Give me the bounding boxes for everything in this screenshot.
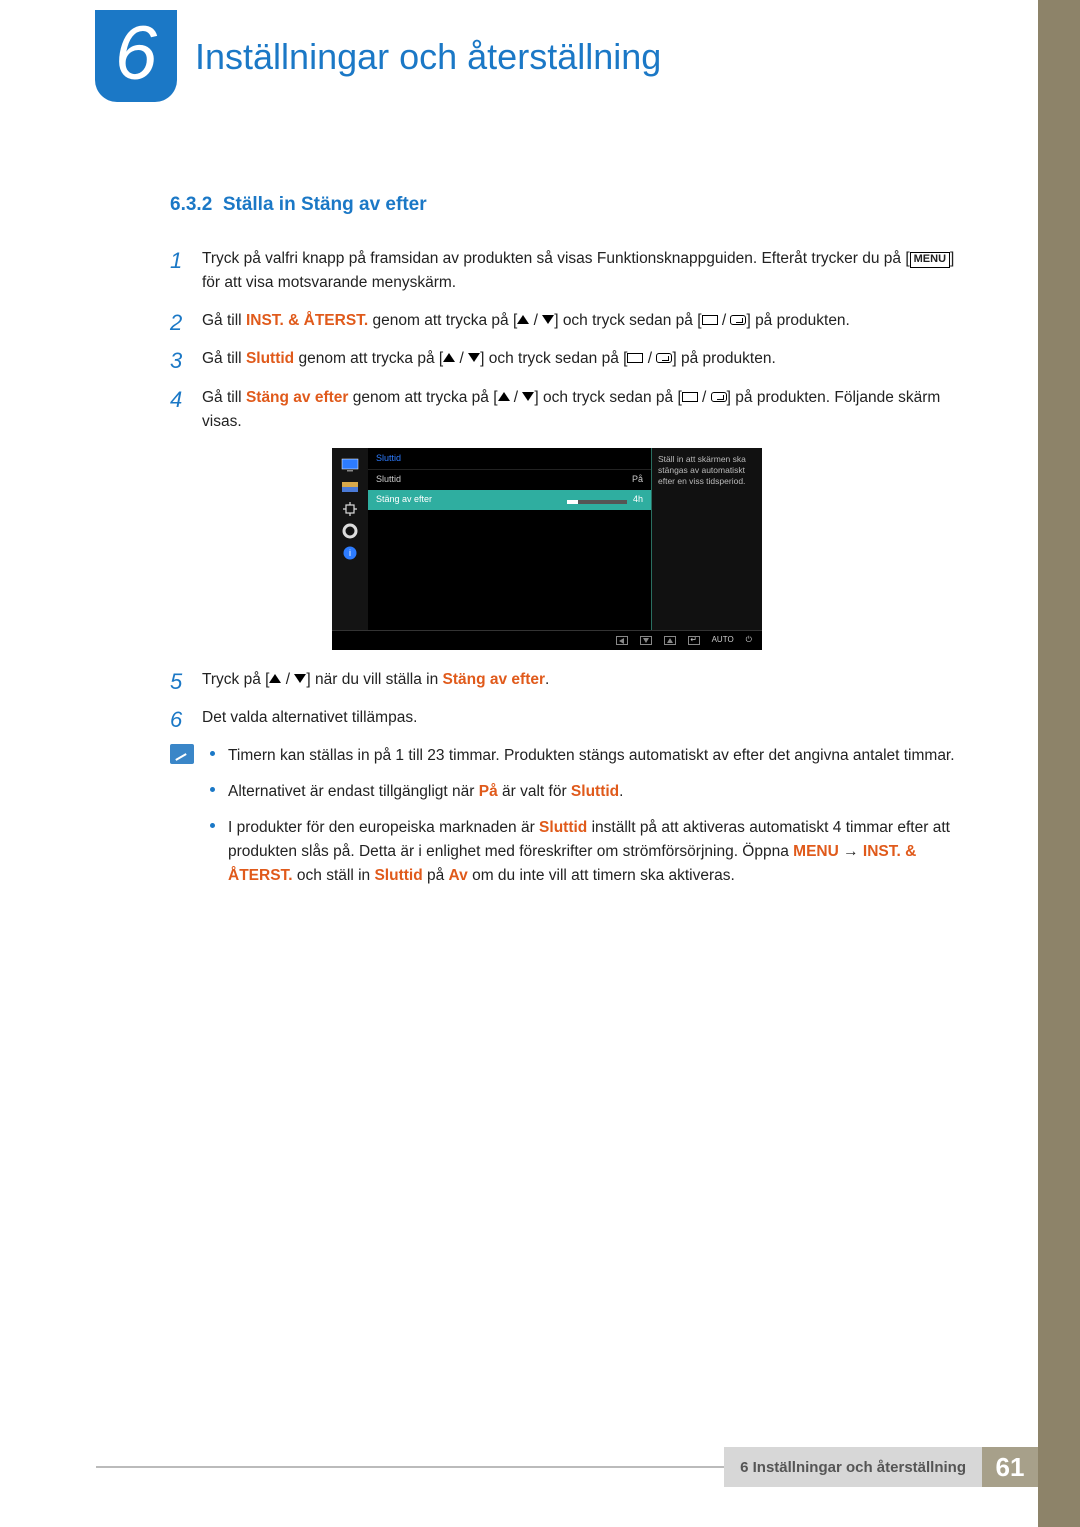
right-decorative-stripe	[1038, 0, 1080, 1527]
footer-rule	[96, 1466, 724, 1487]
osd-center-panel: Sluttid Sluttid På Stäng av efter 4h	[368, 448, 652, 631]
note-icon	[170, 744, 194, 764]
osd-row-sluttid: Sluttid På	[368, 470, 651, 490]
step-5: Tryck på [ / ] när du vill ställa in Stä…	[170, 668, 970, 692]
chapter-number-badge: 6	[95, 10, 177, 102]
osd-help-panel: Ställ in att skärmen ska stängas av auto…	[652, 448, 762, 631]
notes-list: Timern kan ställas in på 1 till 23 timma…	[210, 744, 970, 900]
enter-icon	[711, 392, 727, 402]
footer-page-number: 61	[982, 1447, 1038, 1487]
osd-header: Sluttid	[368, 448, 651, 471]
note-2: Alternativet är endast tillgängligt när …	[210, 780, 970, 804]
rect-icon	[627, 353, 643, 363]
step-6: Det valda alternativet tillämpas.	[170, 706, 970, 730]
enter-icon	[730, 315, 746, 325]
osd-nav-footer: ↵ AUTO ⏻	[332, 630, 762, 649]
section-title-text: Ställa in Stäng av efter	[223, 194, 427, 215]
note-3: I produkter för den europeiska marknaden…	[210, 816, 970, 888]
osd-gear-icon	[341, 524, 359, 538]
step-1: Tryck på valfri knapp på framsidan av pr…	[170, 247, 970, 295]
osd-monitor-icon	[341, 458, 359, 472]
osd-resize-icon	[341, 502, 359, 516]
section-heading: 6.3.2 Ställa in Stäng av efter	[170, 190, 970, 219]
step-4: Gå till Stäng av efter genom att trycka …	[170, 386, 970, 650]
triangle-up-icon	[269, 674, 281, 683]
triangle-up-icon	[443, 353, 455, 362]
osd-auto-label: AUTO	[712, 634, 734, 646]
osd-slider	[567, 500, 627, 504]
rect-icon	[682, 392, 698, 402]
step-2: Gå till INST. & ÅTERST. genom att trycka…	[170, 309, 970, 333]
step-3: Gå till Sluttid genom att trycka på [ / …	[170, 347, 970, 371]
triangle-down-icon	[294, 674, 306, 683]
notes-block: Timern kan ställas in på 1 till 23 timma…	[170, 744, 970, 900]
instruction-steps: Tryck på valfri knapp på framsidan av pr…	[170, 247, 970, 729]
triangle-down-icon	[468, 353, 480, 362]
svg-text:i: i	[349, 548, 351, 558]
triangle-up-icon	[517, 315, 529, 324]
rect-icon	[702, 315, 718, 325]
triangle-down-icon	[542, 315, 554, 324]
osd-enter-icon: ↵	[688, 636, 700, 645]
triangle-down-icon	[522, 392, 534, 401]
section-number: 6.3.2	[170, 194, 212, 215]
osd-power-icon: ⏻	[746, 634, 752, 646]
menu-button-label: MENU	[910, 252, 950, 267]
footer-chapter-label: 6 Inställningar och återställning	[724, 1447, 982, 1487]
page-footer: 6 Inställningar och återställning 61	[96, 1447, 1038, 1487]
enter-icon	[656, 353, 672, 363]
triangle-up-icon	[498, 392, 510, 401]
osd-info-icon: i	[341, 546, 359, 560]
osd-sidebar: i	[332, 448, 368, 631]
osd-row-stang-av-efter: Stäng av efter 4h	[368, 490, 651, 510]
chapter-title: Inställningar och återställning	[195, 36, 661, 78]
osd-screenshot: i Sluttid Sluttid På Stäng av efter	[332, 448, 762, 650]
osd-color-icon	[341, 480, 359, 494]
note-1: Timern kan ställas in på 1 till 23 timma…	[210, 744, 970, 768]
main-content: 6.3.2 Ställa in Stäng av efter Tryck på …	[170, 190, 970, 900]
